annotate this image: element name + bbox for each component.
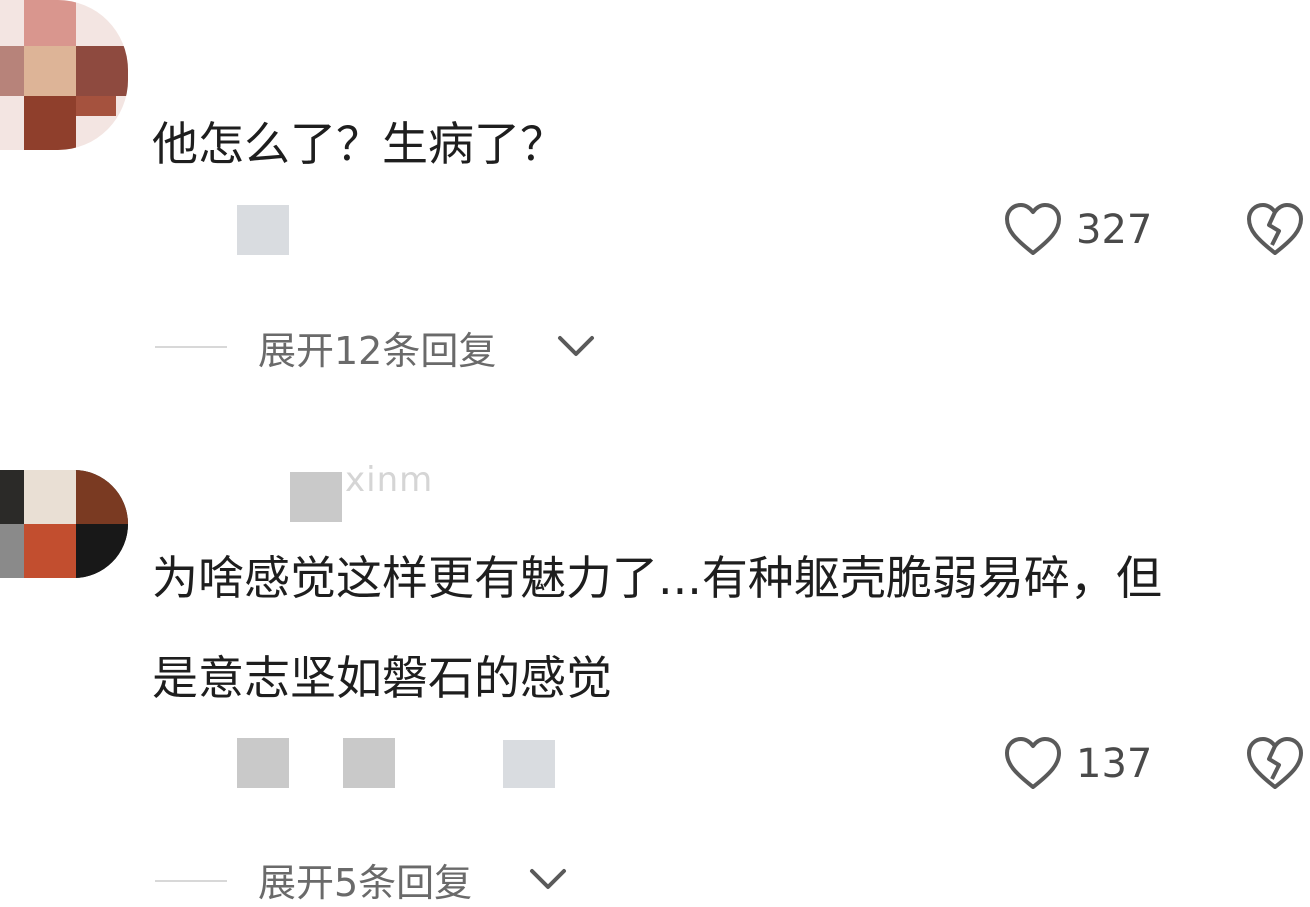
avatar[interactable] (0, 0, 128, 150)
expand-replies-button[interactable]: 展开5条回复 (258, 852, 472, 907)
chevron-down-icon[interactable] (528, 866, 568, 892)
divider (155, 880, 227, 882)
avatar[interactable] (0, 470, 128, 578)
mosaic-block (237, 205, 289, 255)
mosaic-block (290, 472, 342, 522)
mosaic-block (237, 738, 289, 788)
heart-outline-icon[interactable] (1003, 201, 1063, 259)
broken-heart-icon[interactable] (1245, 735, 1305, 793)
divider (155, 346, 227, 348)
chevron-down-icon[interactable] (556, 333, 596, 359)
mosaic-block (343, 738, 395, 788)
comment-text: 他怎么了？生病了？ (152, 117, 566, 171)
like-count: 137 (1076, 741, 1153, 787)
expand-replies-button[interactable]: 展开12条回复 (258, 320, 496, 375)
comment-text-line-2: 是意志坚如磐石的感觉 (152, 651, 612, 705)
mosaic-block (503, 740, 555, 788)
heart-outline-icon[interactable] (1003, 735, 1063, 793)
comment-text-line-1: 为啥感觉这样更有魅力了...有种躯壳脆弱易碎，但 (152, 551, 1162, 605)
like-count: 327 (1076, 207, 1153, 253)
broken-heart-icon[interactable] (1245, 201, 1305, 259)
username[interactable]: xinm (345, 460, 433, 500)
